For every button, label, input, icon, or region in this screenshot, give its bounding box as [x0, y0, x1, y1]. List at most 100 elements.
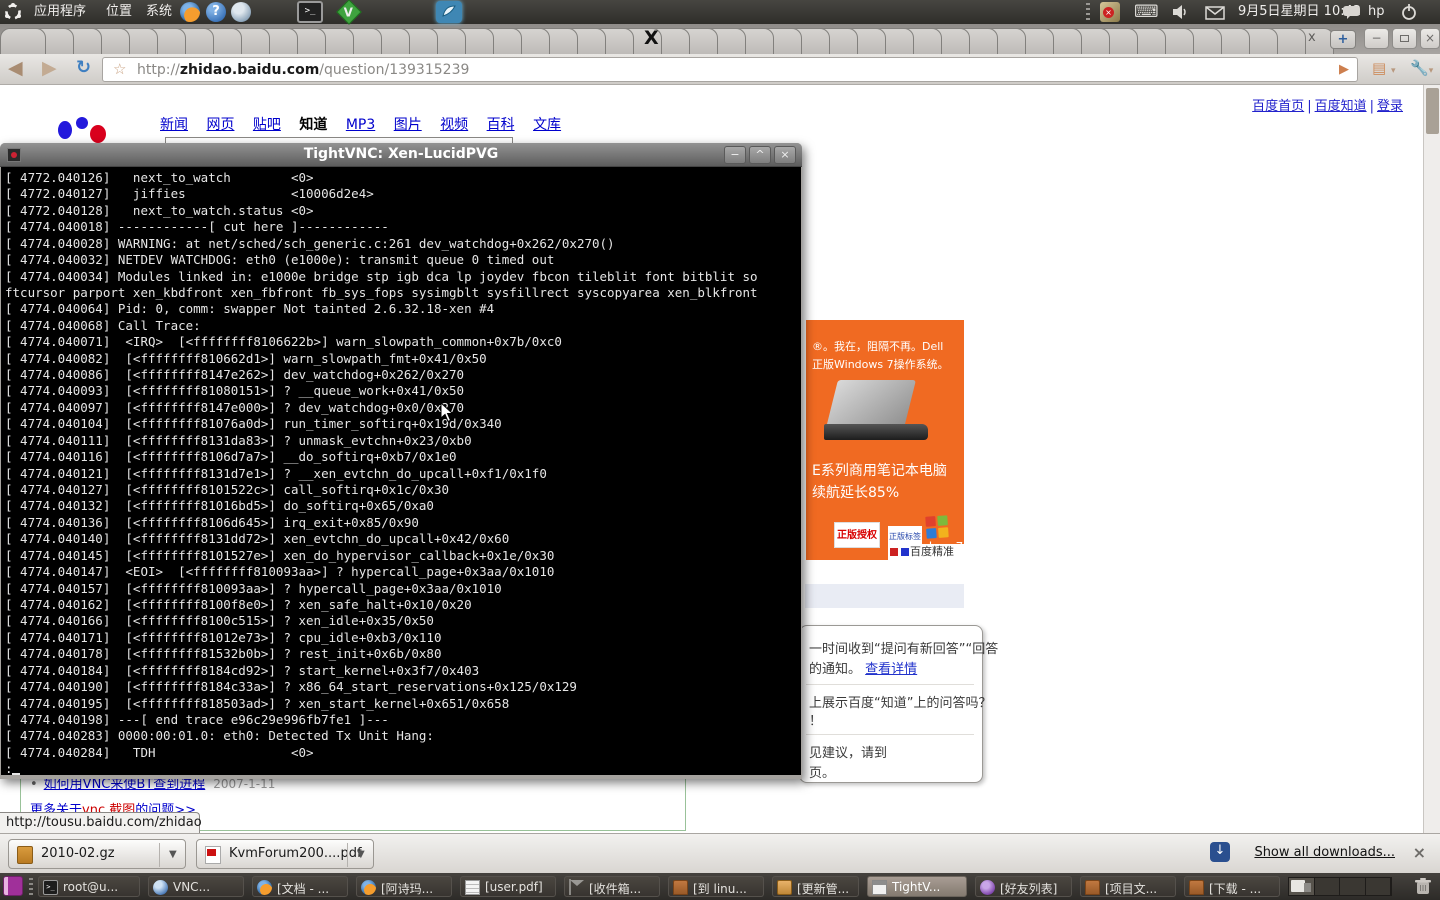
nav-zhidao-active[interactable]: 知道 [299, 117, 327, 133]
browser-tab[interactable] [0, 28, 46, 54]
vnc-titlebar[interactable]: TightVNC: Xen-LucidPVG − ^ × [0, 143, 802, 167]
task-button-12[interactable]: [下载 - ... [1184, 876, 1280, 897]
nav-wenku[interactable]: 文库 [533, 117, 561, 133]
browser-toolbar: ◀ ▶ ↻ ☆ http://zhidao.baidu.com/question… [0, 54, 1440, 85]
update-icon [777, 880, 792, 895]
question-date: 2007-1-11 [213, 777, 275, 791]
tab-close-icon[interactable]: x [1308, 30, 1316, 45]
user-menu[interactable]: hp [1368, 0, 1385, 24]
tightvnc-window[interactable]: TightVNC: Xen-LucidPVG − ^ × [ 4772.0401… [0, 143, 802, 779]
scrollbar-thumb[interactable] [1426, 88, 1439, 134]
task-button-1[interactable]: >_root@u... [38, 876, 140, 897]
related-question-link[interactable]: 如何用VNC来使BT查到进程 [44, 777, 206, 792]
active-tab-favicon-icon[interactable]: X [644, 27, 664, 49]
keyboard-indicator-icon[interactable]: ⌨ [1134, 2, 1154, 22]
task-button-8[interactable]: [更新管... [772, 876, 859, 897]
task-button-5[interactable]: [user.pdf] [460, 876, 556, 897]
forward-button[interactable]: ▶ [42, 57, 57, 79]
task-button-9[interactable]: TightV... [867, 876, 967, 897]
trash-icon[interactable] [1414, 877, 1432, 900]
page-scrollbar[interactable] [1423, 85, 1440, 833]
download-menu-caret[interactable]: ▼ [357, 849, 365, 860]
nav-image[interactable]: 图片 [394, 117, 422, 133]
update-notifier-icon[interactable]: × [1100, 2, 1120, 22]
download-item-gz[interactable]: 2010-02.gz ▼ [8, 839, 186, 869]
nav-web[interactable]: 网页 [206, 117, 234, 133]
ubuntu-logo-icon[interactable] [3, 2, 23, 22]
task-button-10[interactable]: [好友列表] [975, 876, 1072, 897]
back-button[interactable]: ◀ [8, 57, 23, 79]
new-tab-button[interactable]: + [1330, 30, 1356, 49]
status-tooltip: http://tousu.baidu.com/zhidao [0, 812, 200, 833]
dell-ad-banner[interactable]: ®。我在，阻隔不再。Dell 正版Windows 7操作系统。 E系列商用笔记本… [806, 320, 964, 560]
download-item-pdf[interactable]: KvmForum200....pdf ▼ [196, 839, 374, 869]
download-bar-close-icon[interactable]: × [1413, 843, 1426, 862]
menu-places[interactable]: 位置 [100, 0, 138, 24]
task-button-3[interactable]: [文档 - ... [252, 876, 348, 897]
vnc-console-view[interactable]: [ 4772.040126] next_to_watch <0> [ 4772.… [1, 167, 801, 775]
url-bar[interactable]: ☆ http://zhidao.baidu.com/question/13931… [102, 57, 1358, 82]
link-login[interactable]: 登录 [1377, 99, 1403, 114]
mail-icon [569, 879, 571, 895]
workspace-switcher[interactable] [1288, 877, 1392, 896]
link-baidu-zhidao[interactable]: 百度知道 [1315, 99, 1367, 114]
browser-tab-strip[interactable]: X x + − × [0, 24, 1440, 54]
purple-app-icon[interactable] [3, 876, 23, 896]
download-menu-caret[interactable]: ▼ [169, 849, 177, 860]
nav-video[interactable]: 视频 [440, 117, 468, 133]
terminal-launcher-icon[interactable]: >_ [297, 1, 323, 23]
workspace-1[interactable] [1289, 878, 1315, 895]
reload-button[interactable]: ↻ [76, 57, 91, 78]
vnc-close-button[interactable]: × [774, 146, 796, 164]
buddy-icon [980, 880, 995, 895]
bookmark-star-icon[interactable]: ☆ [113, 60, 126, 78]
nav-news[interactable]: 新闻 [160, 117, 188, 133]
firefox-launcher-icon[interactable] [180, 2, 200, 22]
help-icon[interactable]: ? [206, 2, 226, 22]
ad-line4: 续航延长85% [812, 482, 899, 502]
nav-mp3[interactable]: MP3 [346, 117, 375, 133]
view-details-link[interactable]: 查看详情 [865, 662, 917, 677]
task-button-7[interactable]: [到 linu... [668, 876, 764, 897]
baidu-logo [52, 115, 112, 145]
vnc-maximize-button[interactable]: ^ [749, 146, 771, 164]
volume-icon[interactable] [1172, 4, 1192, 24]
url-text[interactable]: http://zhidao.baidu.com/question/1393152… [137, 62, 469, 78]
taskbar-handle[interactable] [29, 878, 33, 895]
task-button-11[interactable]: [项目文... [1080, 876, 1176, 897]
nav-tieba[interactable]: 贴吧 [253, 117, 281, 133]
task-button-6[interactable]: [收件箱... [564, 876, 660, 897]
page-menu-icon[interactable]: ▤ ▾ [1372, 59, 1395, 77]
show-all-downloads-link[interactable]: Show all downloads... [1254, 845, 1395, 860]
vim-launcher-icon[interactable]: V [336, 0, 361, 25]
mouse-cursor [440, 402, 456, 428]
laptop-image [824, 380, 934, 446]
vnc-minimize-button[interactable]: − [724, 146, 746, 164]
mail-indicator-icon[interactable] [1205, 5, 1225, 25]
menu-system[interactable]: 系统 [140, 0, 178, 24]
nav-baike[interactable]: 百科 [487, 117, 515, 133]
window-restore-button[interactable] [1392, 28, 1417, 49]
link-baidu-home[interactable]: 百度首页 [1252, 99, 1304, 114]
wireshark-launcher-icon[interactable] [436, 1, 462, 23]
task-label: [下载 - ... [1209, 880, 1261, 897]
task-button-4[interactable]: [阿诗玛... [356, 876, 452, 897]
window-close-button[interactable]: × [1420, 28, 1440, 49]
download-bar: 2010-02.gz ▼ KvmForum200....pdf ▼ ↓ Show… [0, 833, 1440, 873]
window-minimize-button[interactable]: − [1364, 28, 1389, 49]
workspace-4[interactable] [1366, 878, 1392, 895]
browser-launcher-icon[interactable] [231, 2, 251, 22]
notice-line5: 见建议，请到 [809, 742, 887, 761]
go-button[interactable]: ▶ [1339, 62, 1349, 77]
console-cursor [12, 773, 20, 775]
menu-applications[interactable]: 应用程序 [28, 0, 92, 24]
power-icon[interactable] [1400, 3, 1420, 23]
chat-status-icon[interactable] [1342, 5, 1362, 25]
ad-line3: E系列商用笔记本电脑 [812, 460, 947, 480]
workspace-3[interactable] [1340, 878, 1366, 895]
task-button-2[interactable]: VNC... [148, 876, 244, 897]
workspace-2[interactable] [1315, 878, 1341, 895]
tray-handle[interactable] [1086, 3, 1090, 21]
wrench-menu-icon[interactable]: 🔧▾ [1410, 59, 1433, 77]
terminal-icon: >_ [43, 880, 58, 895]
